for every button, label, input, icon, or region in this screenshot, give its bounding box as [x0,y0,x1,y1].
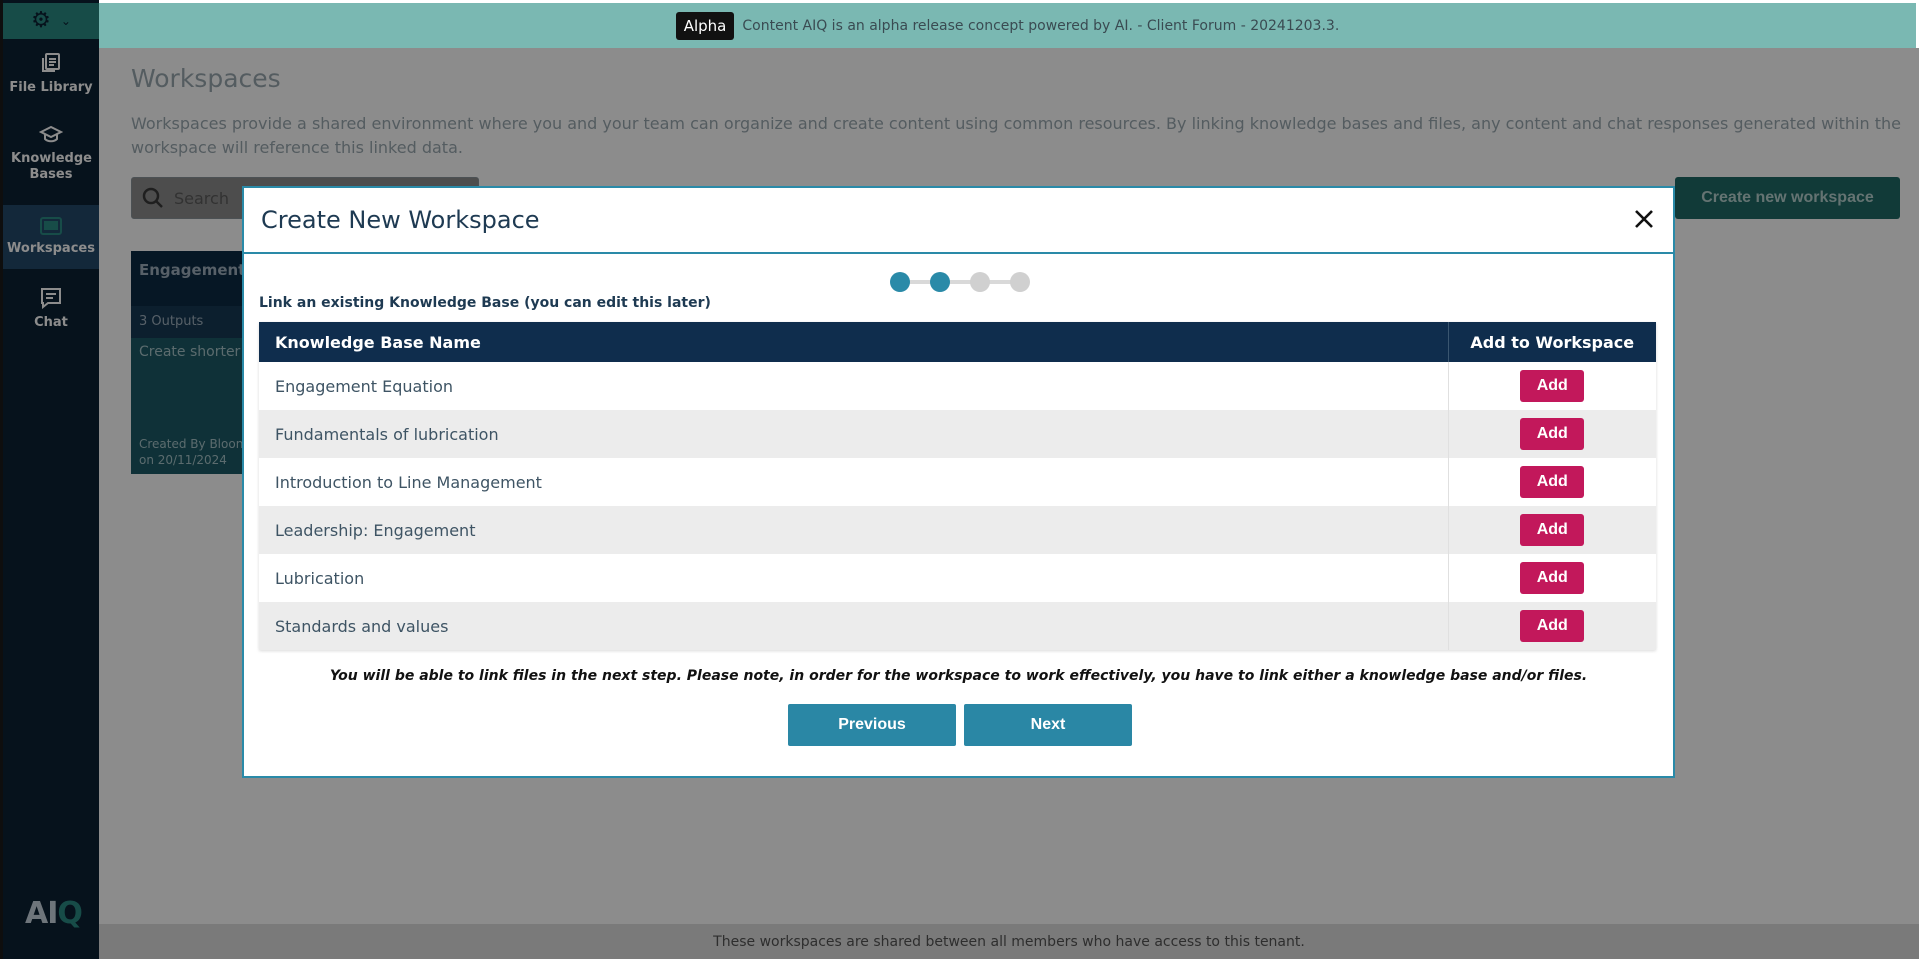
sidebar-item-file-library[interactable]: File Library [3,52,99,102]
link-kb-label: Link an existing Knowledge Base (you can… [259,295,711,311]
kb-name: Leadership: Engagement [259,506,1448,554]
sidebar-item-knowledge-bases[interactable]: Knowledge Bases [3,125,99,189]
add-kb-button[interactable]: Add [1520,370,1585,402]
chevron-down-icon: ⌄ [60,14,71,28]
settings-dropdown[interactable]: ⚙ ⌄ [3,3,99,39]
modal-header: Create New Workspace [244,188,1673,254]
sidebar-item-label: Chat [34,315,68,330]
step-dot [970,272,990,292]
step-dot [890,272,910,292]
banner-text: Content AIQ is an alpha release concept … [742,17,1340,34]
close-icon[interactable] [1629,204,1659,234]
kb-name: Lubrication [259,554,1448,602]
link-files-note: You will be able to link files in the ne… [329,668,1588,684]
table-row: Fundamentals of lubrication Add [259,410,1656,458]
sidebar-item-label: File Library [9,80,93,95]
chat-icon [41,288,61,309]
graduation-cap-icon [39,125,63,143]
file-library-icon [42,53,60,72]
modal-title: Create New Workspace [261,206,540,234]
sidebar-item-label: Knowledge Bases [11,151,92,182]
table-row: Engagement Equation Add [259,362,1656,410]
table-row: Leadership: Engagement Add [259,506,1656,554]
kb-name: Engagement Equation [259,362,1448,410]
sidebar-item-label: Workspaces [7,241,95,256]
sidebar: ⚙ ⌄ File Library Knowledge Bases Workspa… [0,0,99,959]
step-dot [930,272,950,292]
aiq-logo: AIQ [25,896,83,931]
add-kb-button[interactable]: Add [1520,418,1585,450]
table-header-row: Knowledge Base Name Add to Workspace [259,322,1656,362]
workspaces-icon [40,217,62,235]
kb-name: Standards and values [259,602,1448,650]
create-workspace-modal: Create New Workspace Link an existing Kn… [242,186,1675,778]
table-row: Introduction to Line Management Add [259,458,1656,506]
knowledge-base-table: Knowledge Base Name Add to Workspace Eng… [259,322,1656,650]
column-header-name: Knowledge Base Name [259,322,1448,362]
previous-button[interactable]: Previous [788,704,956,746]
step-indicator [890,270,1030,294]
add-kb-button[interactable]: Add [1520,466,1585,498]
page-footer: These workspaces are shared between all … [99,924,1919,959]
add-kb-button[interactable]: Add [1520,610,1585,642]
kb-name: Fundamentals of lubrication [259,410,1448,458]
sidebar-item-workspaces[interactable]: Workspaces [3,205,99,269]
table-row: Standards and values Add [259,602,1656,650]
gear-icon: ⚙ [31,8,51,33]
add-kb-button[interactable]: Add [1520,562,1585,594]
step-dot [1010,272,1030,292]
column-header-add: Add to Workspace [1447,322,1656,362]
alpha-banner: Alpha Content AIQ is an alpha release co… [99,3,1916,48]
alpha-badge: Alpha [675,11,735,40]
next-button[interactable]: Next [964,704,1132,746]
add-kb-button[interactable]: Add [1520,514,1585,546]
kb-name: Introduction to Line Management [259,458,1448,506]
table-row: Lubrication Add [259,554,1656,602]
sidebar-item-chat[interactable]: Chat [3,287,99,337]
